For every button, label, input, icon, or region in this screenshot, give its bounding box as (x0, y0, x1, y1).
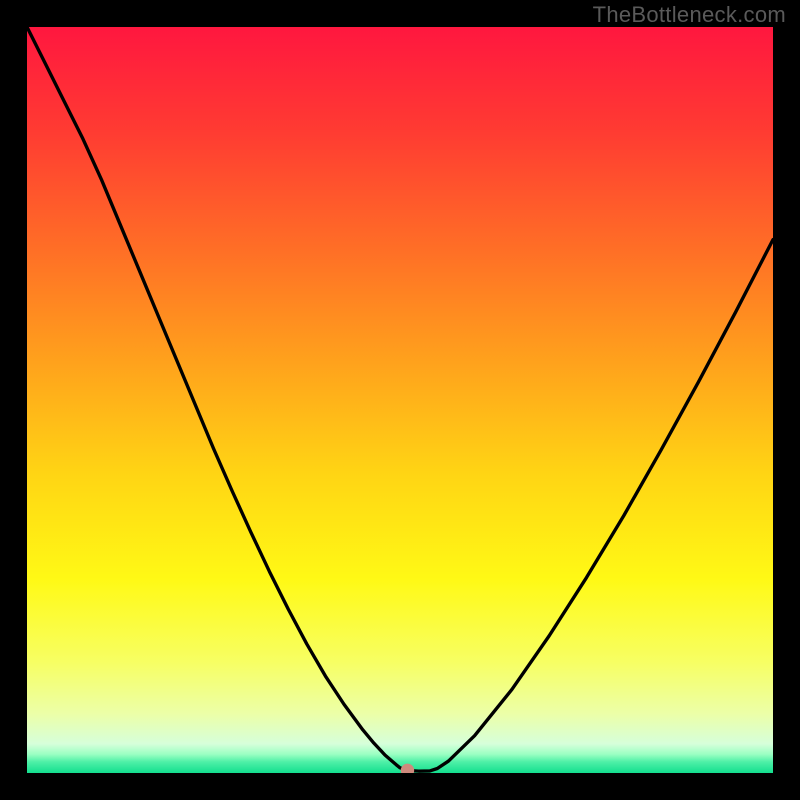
watermark-text: TheBottleneck.com (593, 2, 786, 28)
bottleneck-chart (27, 27, 773, 773)
chart-background (27, 27, 773, 773)
chart-frame: TheBottleneck.com (0, 0, 800, 800)
